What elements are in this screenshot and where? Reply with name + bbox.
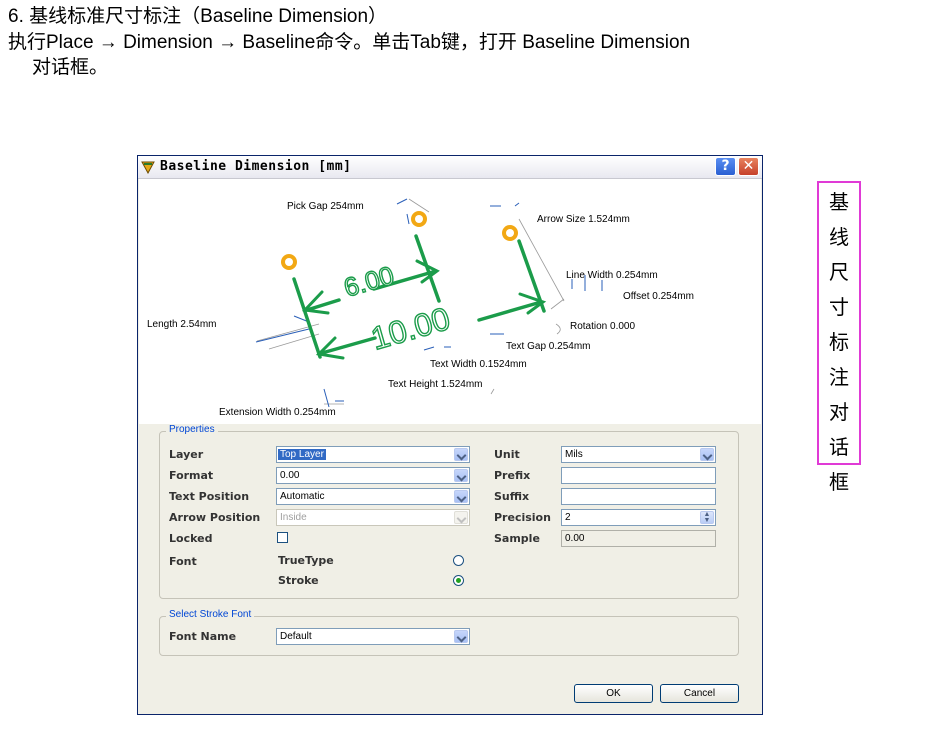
- chevron-down-icon[interactable]: [454, 490, 468, 503]
- stroke-font-group-title: Select Stroke Font: [166, 609, 255, 620]
- font-name-value: Default: [280, 631, 312, 642]
- side-note-char: 框: [829, 470, 849, 494]
- sample-field: 0.00: [561, 530, 716, 547]
- instruction-line-2: 对话框。: [32, 57, 109, 78]
- dialog-titlebar[interactable]: Baseline Dimension [mm] ? ✕: [138, 156, 762, 179]
- unit-select[interactable]: Mils: [561, 446, 716, 463]
- suffix-label: Suffix: [494, 490, 530, 503]
- sample-label: Sample: [494, 532, 540, 545]
- side-note-box: 基 线 尺 寸 标 注 对 话 框: [817, 181, 861, 494]
- arrow-size-label: Arrow Size 1.524mm: [537, 214, 630, 225]
- chevron-down-icon[interactable]: [454, 448, 468, 461]
- precision-stepper[interactable]: 2 ▲ ▼: [561, 509, 716, 526]
- offset-label: Offset 0.254mm: [623, 291, 694, 302]
- heading-number: 6.: [8, 6, 24, 27]
- side-note-char: 话: [829, 435, 849, 459]
- font-stroke-label: Stroke: [278, 574, 319, 587]
- format-label: Format: [169, 469, 214, 482]
- chevron-down-icon[interactable]: [454, 630, 468, 643]
- help-button[interactable]: ?: [715, 157, 736, 176]
- extension-width-label: Extension Width 0.254mm: [219, 407, 336, 418]
- font-name-label: Font Name: [169, 630, 237, 643]
- font-label: Font: [169, 555, 197, 568]
- dimension-value-small: 6.00: [340, 260, 397, 303]
- font-truetype-radio[interactable]: [453, 555, 464, 566]
- line-width-label: Line Width 0.254mm: [566, 270, 658, 281]
- locked-label: Locked: [169, 532, 213, 545]
- arrow-position-select: Inside: [276, 509, 470, 526]
- instruction-line-1: 执行Place → Dimension → Baseline命令。单击Tab键，…: [8, 32, 691, 53]
- unit-value: Mils: [565, 449, 583, 460]
- arrow-position-value: Inside: [280, 512, 307, 523]
- prefix-input[interactable]: [561, 467, 716, 484]
- prefix-label: Prefix: [494, 469, 531, 482]
- heading-text: 基线标准尺寸标注（Baseline Dimension）: [29, 6, 388, 27]
- spin-arrows-icon[interactable]: ▲ ▼: [700, 511, 714, 524]
- ok-button[interactable]: OK: [574, 684, 653, 703]
- rotation-label: Rotation 0.000: [570, 321, 636, 332]
- chevron-down-icon[interactable]: [454, 469, 468, 482]
- close-button[interactable]: ✕: [738, 157, 759, 176]
- precision-value: 2: [565, 512, 571, 523]
- dimension-diagram: 6.00 10.00 Pick Gap 254mm Arrow Size 1.5…: [139, 179, 761, 424]
- dimension-value-large: 10.00: [367, 300, 454, 357]
- text-width-label: Text Width 0.1524mm: [430, 359, 527, 370]
- format-value: 0.00: [280, 470, 300, 481]
- side-note-char: 尺: [829, 260, 849, 284]
- dialog-title: Baseline Dimension [mm]: [160, 159, 352, 174]
- format-select[interactable]: 0.00: [276, 467, 470, 484]
- text-position-value: Automatic: [280, 491, 325, 502]
- arrow-position-label: Arrow Position: [169, 511, 261, 524]
- section-heading: 6. 基线标准尺寸标注（Baseline Dimension）: [8, 6, 387, 28]
- app-icon: [141, 161, 155, 174]
- pad-icons: [281, 211, 518, 270]
- length-label: Length 2.54mm: [147, 319, 217, 330]
- chevron-down-icon: [454, 511, 468, 524]
- locked-checkbox[interactable]: [277, 532, 288, 543]
- text-position-select[interactable]: Automatic: [276, 488, 470, 505]
- baseline-dimension-dialog: Baseline Dimension [mm] ? ✕ 6.00 10.00 P…: [137, 155, 763, 715]
- properties-group-title: Properties: [166, 424, 218, 435]
- side-note-char: 寸: [829, 295, 849, 319]
- pick-gap-label: Pick Gap 254mm: [287, 201, 364, 212]
- side-note-char: 注: [829, 365, 849, 389]
- suffix-input[interactable]: [561, 488, 716, 505]
- side-note-char: 对: [829, 400, 849, 424]
- layer-select[interactable]: Top Layer: [276, 446, 470, 463]
- unit-label: Unit: [494, 448, 520, 461]
- font-truetype-label: TrueType: [278, 554, 334, 567]
- text-gap-label: Text Gap 0.254mm: [506, 341, 591, 352]
- cancel-button[interactable]: Cancel: [660, 684, 739, 703]
- layer-value: Top Layer: [278, 449, 326, 460]
- font-stroke-radio[interactable]: [453, 575, 464, 586]
- side-note-char: 基: [829, 190, 849, 214]
- font-name-select[interactable]: Default: [276, 628, 470, 645]
- chevron-down-icon[interactable]: [700, 448, 714, 461]
- side-note-char: 线: [829, 225, 849, 249]
- precision-label: Precision: [494, 511, 551, 524]
- side-note-char: 标: [829, 330, 849, 354]
- layer-label: Layer: [169, 448, 204, 461]
- text-position-label: Text Position: [169, 490, 250, 503]
- text-height-label: Text Height 1.524mm: [388, 379, 483, 390]
